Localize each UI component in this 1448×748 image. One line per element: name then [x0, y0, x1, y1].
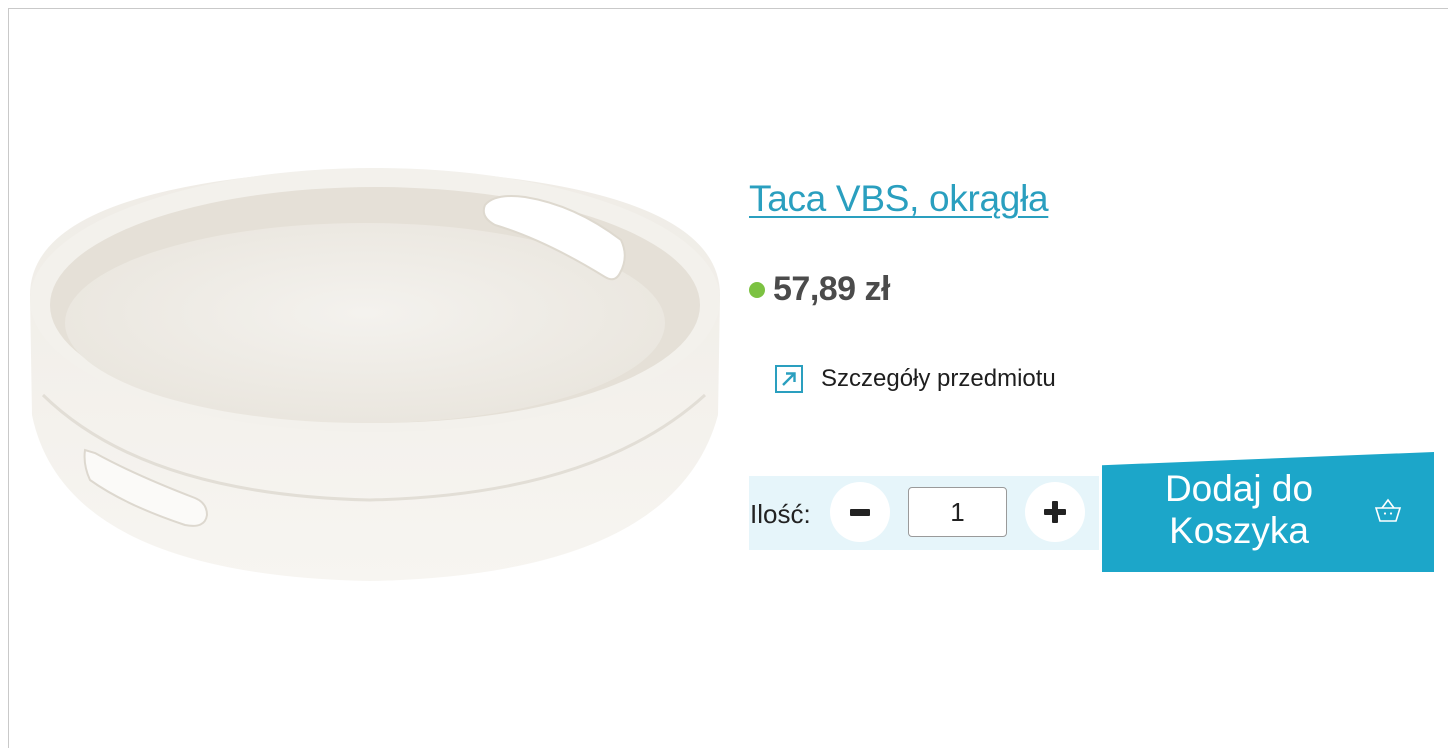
add-to-cart-label: Dodaj do Koszyka — [1164, 468, 1314, 551]
decrease-quantity-button[interactable] — [830, 482, 890, 542]
add-to-cart-button[interactable]: Dodaj do Koszyka — [1102, 452, 1434, 572]
increase-quantity-button[interactable] — [1025, 482, 1085, 542]
product-title-link[interactable]: Taca VBS, okrągła — [749, 178, 1049, 220]
quantity-label: Ilość: — [750, 499, 811, 529]
product-price: 57,89 zł — [773, 270, 890, 308]
external-link-arrow-icon — [775, 365, 803, 393]
minus-icon — [850, 508, 870, 516]
plus-icon — [1044, 501, 1066, 523]
in-stock-dot-icon — [749, 281, 765, 298]
price-row: 57,89 zł — [749, 270, 890, 309]
basket-icon — [1374, 498, 1402, 522]
quantity-input[interactable] — [908, 487, 1007, 537]
product-image[interactable] — [25, 165, 725, 585]
item-details-link[interactable]: Szczegóły przedmiotu — [775, 365, 1056, 393]
item-details-label: Szczegóły przedmiotu — [821, 365, 1056, 392]
